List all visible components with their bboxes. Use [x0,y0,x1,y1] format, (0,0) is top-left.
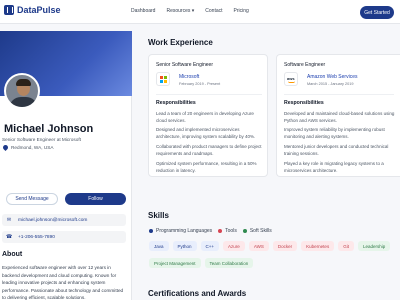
skills-heading: Skills [148,211,169,220]
brand-name: DataPulse [17,5,61,15]
legend-dot [218,229,223,233]
job-bullet: Played a key role in migrating legacy sy… [284,161,384,173]
skill-chip-docker: Docker [272,241,298,251]
email-row[interactable]: ✉ michael.johnson@microsoft.com [2,214,126,226]
company-name[interactable]: Amazon Web Services [307,74,357,80]
job-bullet: Mentored junior developers and conducted… [284,144,389,156]
nav-link-dashboard[interactable]: Dashboard [131,8,155,14]
skill-chip-cpp: C++ [200,241,220,251]
nav-link-resources[interactable]: Resources [166,8,194,14]
nav-links: Dashboard Resources Contact Pricing [131,8,260,14]
legend-dot [149,229,153,233]
work-experience-heading: Work Experience [148,38,213,47]
email-text: michael.johnson@microsoft.com [18,217,88,223]
company-name[interactable]: Microsoft [179,74,199,80]
skill-chip-aws: AWS [248,241,269,251]
job-title: Senior Software Engineer [156,62,213,68]
email-icon: ✉ [6,217,12,223]
job-dates: March 2015 - January 2019 [307,82,354,86]
skill-chip-leadership: Leadership [357,241,391,251]
responsibilities-label: Responsibilities [284,100,324,106]
aws-logo: aws [284,72,298,86]
skill-chip-azure: Azure [223,241,245,251]
skills-row-1: Java Python C++ Azure AWS Docker Kuberne… [149,241,394,251]
top-navbar: DataPulse Dashboard Resources Contact Pr… [0,0,400,24]
legend-label: Programming Languages [156,228,213,234]
legend-tools: Tools [218,228,237,234]
job-bullet: Designed and implemented microservices a… [156,127,256,139]
job-dates: February 2019 - Present [179,82,221,86]
get-started-button[interactable]: Get Started [360,6,394,19]
avatar [4,73,40,109]
job-bullet: Developed and maintained cloud-based sol… [284,111,395,123]
skill-chip-python: Python [172,241,197,251]
job-bullet: Improved system reliability by implement… [284,127,385,139]
job-card-microsoft: Senior Software Engineer Microsoft Febru… [148,54,268,177]
skills-row-2: Project Management Team Collaboration [149,258,257,268]
brand-logo[interactable]: DataPulse [4,5,61,15]
nav-link-contact[interactable]: Contact [205,8,222,14]
skill-chip-project-management: Project Management [149,258,201,268]
about-heading: About [2,251,23,258]
phone-icon: ☎ [6,234,13,240]
phone-row[interactable]: ☎ +1-206-555-7890 [2,231,126,243]
legend-soft-skills: Soft Skills [242,228,272,234]
skills-legend: Programming Languages Tools Soft Skills [149,228,278,234]
certifications-heading: Certifications and Awards [148,289,247,298]
job-bullet: Lead a team of 20 engineers in developin… [156,111,254,123]
follow-button[interactable]: Follow [65,193,126,205]
legend-programming-languages: Programming Languages [149,228,212,234]
profile-name: Michael Johnson [4,123,94,135]
skill-chip-git: Git [338,241,354,251]
job-card-aws: Software Engineer aws Amazon Web Service… [276,54,400,177]
about-text: Experienced software engineer with over … [2,265,124,300]
nav-link-pricing[interactable]: Pricing [234,8,249,14]
skill-chip-java: Java [149,241,169,251]
skill-chip-kubernetes: Kubernetes [301,241,335,251]
legend-dot [242,229,247,233]
location-pin-icon [1,143,10,152]
send-message-button[interactable]: Send Message [6,193,58,205]
phone-text: +1-206-555-7890 [18,234,55,240]
profile-title: Senior Software Engineer at Microsoft [2,137,81,142]
job-bullet: Collaborated with product managers to de… [156,144,262,156]
microsoft-logo [156,72,170,86]
legend-label: Soft Skills [249,228,272,234]
profile-card: Michael Johnson Senior Software Engineer… [0,31,132,300]
logo-mark-icon [4,5,14,15]
location-text: Redmond, WA, USA [11,145,54,150]
skill-chip-team-collaboration: Team Collaboration [204,258,254,268]
responsibilities-label: Responsibilities [156,100,196,106]
profile-location: Redmond, WA, USA [1,143,54,152]
legend-label: Tools [225,228,237,234]
job-bullet: Optimized system performance, resulting … [156,161,257,173]
job-title: Software Engineer [284,62,326,68]
